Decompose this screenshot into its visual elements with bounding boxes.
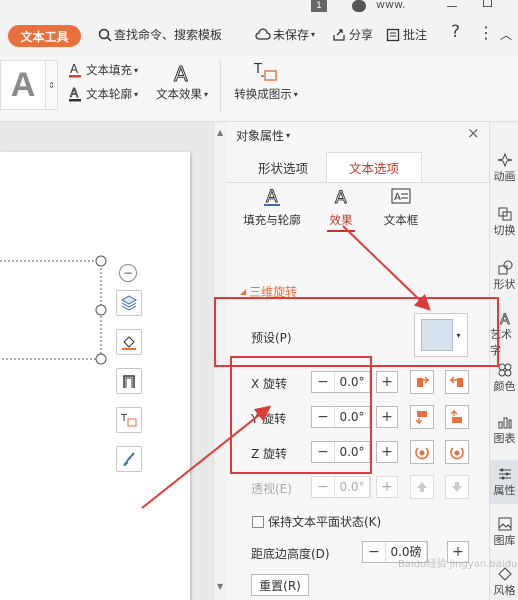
annotation-arrow-preset <box>342 225 431 311</box>
annotation-arrows <box>141 225 431 509</box>
annotation-arrow-rotation <box>141 405 272 509</box>
watermark: Baidu经验 jingyan.baidu.com <box>398 559 518 570</box>
